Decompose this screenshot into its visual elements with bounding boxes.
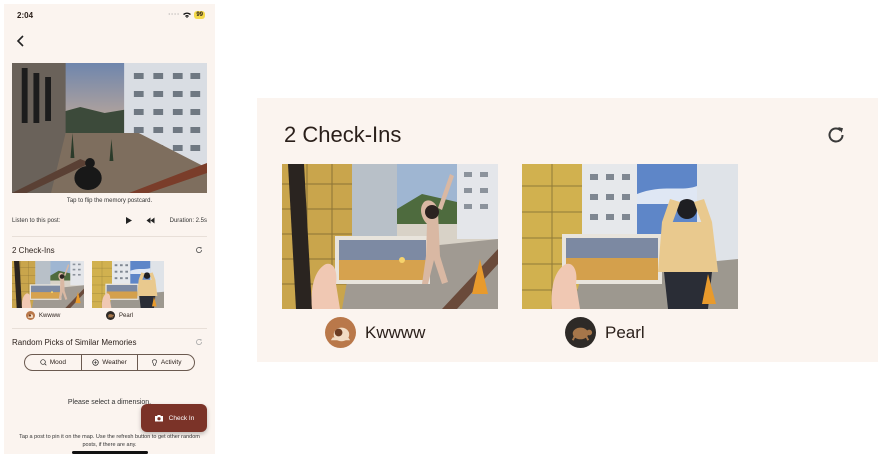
turtle-avatar-icon [106, 311, 115, 320]
checkin-photo [92, 261, 164, 308]
status-bar: 2:04 ···· 99 [4, 4, 215, 26]
hint-text: Tap a post to pin it on the map. Use the… [19, 434, 200, 448]
checkins-zoomed-panel: 2 Check-Ins Kwwww Pearl [257, 98, 878, 362]
checkin-user-name: Kwwww [365, 322, 426, 342]
checkin-thumbnail-large[interactable] [522, 164, 738, 309]
filter-activity[interactable]: Activity [137, 355, 194, 370]
checkin-user[interactable]: Pearl [106, 311, 133, 320]
signal-icon: ···· [168, 12, 181, 18]
filter-weather[interactable]: Weather [80, 355, 138, 370]
postcard-caption: Tap to flip the memory postcard. [66, 198, 153, 204]
check-in-button[interactable]: Check In [141, 404, 207, 432]
postcard-photo [12, 63, 207, 193]
divider [12, 328, 207, 329]
checkin-thumbnail[interactable] [92, 261, 164, 308]
filter-label: Activity [160, 359, 182, 366]
duration-label: Duration: 2.5s [169, 218, 207, 224]
phone-screen: 2:04 ···· 99 Tap to flip the memory post… [4, 4, 215, 454]
checkin-thumbnail[interactable] [12, 261, 84, 308]
filter-label: Weather [102, 359, 127, 366]
checkin-photo [282, 164, 498, 309]
audio-row: Listen to this post: Duration: 2.5s [12, 216, 207, 228]
screenshot-canvas: 2:04 ···· 99 Tap to flip the memory post… [0, 0, 880, 454]
refresh-icon[interactable] [825, 124, 847, 146]
refresh-icon[interactable] [195, 338, 203, 346]
weather-icon [92, 359, 99, 366]
checkin-user[interactable]: Kwwww [26, 311, 60, 320]
back-chevron-icon[interactable] [14, 34, 28, 48]
checkin-user-large[interactable]: Kwwww [325, 317, 425, 348]
rewind-icon[interactable] [146, 217, 155, 224]
checkin-user-name: Kwwww [39, 312, 61, 319]
turtle-avatar-icon [565, 317, 596, 348]
battery-indicator: 99 [194, 11, 205, 19]
camera-icon [154, 415, 163, 422]
wifi-icon [183, 12, 192, 18]
activity-icon [151, 359, 157, 366]
status-icons: ···· 99 [168, 11, 205, 19]
filter-mood[interactable]: Mood [25, 355, 81, 370]
checkins-title-large: 2 Check-Ins [284, 122, 402, 147]
mood-icon [40, 359, 47, 366]
memory-postcard[interactable] [12, 63, 207, 193]
similar-memories-title: Random Picks of Similar Memories [12, 338, 137, 347]
snail-avatar-icon [325, 317, 356, 348]
listen-label: Listen to this post: [12, 218, 61, 224]
check-in-label: Check In [168, 414, 195, 422]
divider [12, 236, 207, 237]
play-icon[interactable] [124, 216, 133, 225]
checkin-photo [12, 261, 84, 308]
checkin-photo [522, 164, 738, 309]
snail-avatar-icon [26, 311, 35, 320]
filter-label: Mood [49, 359, 66, 366]
refresh-icon[interactable] [195, 246, 203, 254]
checkins-title: 2 Check-Ins [12, 246, 55, 255]
checkin-user-name: Pearl [605, 322, 645, 342]
checkin-user-name: Pearl [119, 312, 134, 319]
checkin-user-large[interactable]: Pearl [565, 317, 645, 348]
checkin-thumbnail-large[interactable] [282, 164, 498, 309]
status-time: 2:04 [17, 11, 34, 20]
dimension-selector: Mood Weather Activity [24, 354, 195, 371]
